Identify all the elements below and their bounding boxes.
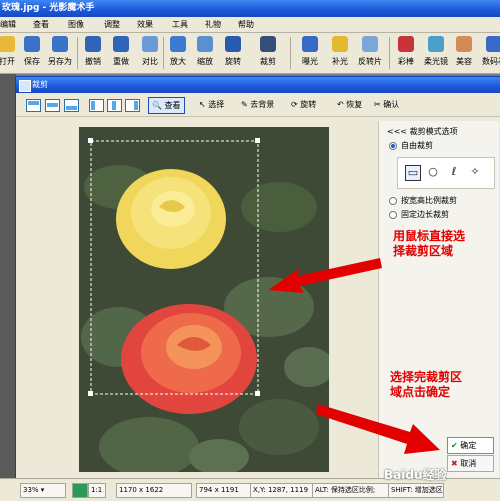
shift-hint-field: SHIFT: 增加选区 (388, 483, 444, 498)
arrow-to-confirm-icon (316, 404, 440, 454)
image-size-field: 1170 x 1622 (116, 483, 192, 498)
arrow-to-selection-icon (268, 258, 382, 293)
checkmark-icon: ✔ (451, 441, 458, 450)
fit-view-icon[interactable] (72, 483, 88, 498)
zoom-value: 33% (23, 486, 39, 494)
watermark-text: Baidu经验 (384, 468, 447, 482)
zoom-select[interactable]: 33% ▾ (20, 483, 66, 498)
annotation-arrows (268, 258, 440, 454)
actual-size-button[interactable]: 1:1 (88, 483, 106, 498)
alt-hint-field: ALT: 保持选区比例; (312, 483, 390, 498)
ok-label: 确定 (460, 441, 477, 450)
selection-size-field: 794 x 1191 (196, 483, 252, 498)
ok-button[interactable]: ✔ 确定 (447, 437, 494, 454)
baidu-watermark: Baidu经验 (384, 466, 447, 483)
cancel-label: 取消 (460, 459, 477, 468)
cancel-button[interactable]: ✖ 取消 (447, 455, 494, 472)
cancel-icon: ✖ (451, 459, 458, 468)
coordinates-field: X,Y: 1287, 1119 (250, 483, 314, 498)
